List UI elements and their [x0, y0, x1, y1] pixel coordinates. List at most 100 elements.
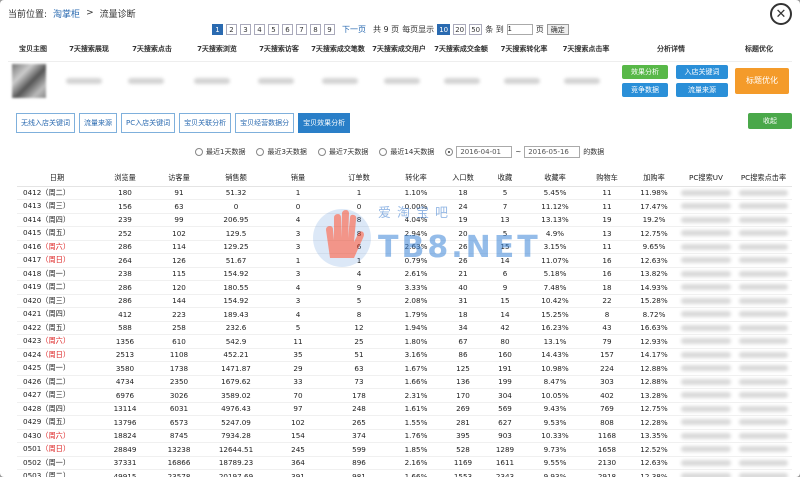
data-cell: 1	[267, 253, 329, 268]
range-radio-2[interactable]	[317, 148, 326, 156]
close-icon[interactable]: ✕	[770, 3, 792, 25]
data-cell: 599	[329, 442, 389, 457]
data-cell: 4	[267, 213, 329, 227]
blurred-value	[681, 270, 731, 277]
pc-ctr-cell-blurred	[735, 240, 792, 254]
data-cell: 11	[267, 334, 329, 349]
data-cell: 16	[583, 253, 631, 268]
data-cell: 3.33%	[389, 280, 443, 295]
goto-page-input[interactable]	[506, 23, 533, 35]
custom-range-radio[interactable]	[445, 148, 454, 156]
effect-analysis-button[interactable]: 效果分析	[622, 65, 668, 79]
data-cell: 3	[267, 294, 329, 308]
page-8-button[interactable]: 8	[310, 23, 321, 35]
data-cell: 206.95	[205, 213, 267, 227]
data-cell: 9.93%	[527, 469, 583, 477]
data-cell: 264	[97, 253, 153, 268]
breadcrumb-shop-link[interactable]: 淘掌柜	[53, 7, 80, 20]
page-4-button[interactable]: 4	[254, 23, 265, 35]
tab-2[interactable]: PC入店关键词	[121, 113, 176, 133]
pc-uv-cell-blurred	[677, 294, 735, 308]
date-text: 0415	[23, 228, 42, 238]
data-cell: 224	[583, 361, 631, 376]
page-5-button[interactable]: 5	[268, 23, 279, 35]
data-cell: 12644.51	[205, 442, 267, 457]
pc-uv-cell-blurred	[677, 199, 735, 214]
pc-uv-cell-blurred	[677, 226, 735, 241]
weekday-text: （周四）	[41, 403, 71, 413]
data-cell: 80	[483, 334, 527, 349]
date-text: 0422	[23, 322, 42, 332]
blurred-value	[739, 297, 788, 304]
blurred-value	[681, 338, 731, 345]
date-cell: 0414（周四）	[17, 213, 97, 227]
blurred-value	[681, 365, 731, 372]
tab-4[interactable]: 宝贝经营数据分	[235, 113, 295, 133]
entry-keywords-button[interactable]: 入店关键词	[676, 65, 728, 79]
blurred-value	[739, 216, 788, 223]
data-cell: 395	[443, 429, 483, 443]
date-cell: 0503（周二）	[17, 469, 97, 477]
tab-0[interactable]: 无线入店关键词	[16, 113, 75, 133]
tab-1[interactable]: 流量来源	[79, 113, 117, 133]
page-1-button[interactable]: 1	[212, 23, 223, 35]
tab-5[interactable]: 宝贝效果分析	[298, 113, 351, 133]
page-2-button[interactable]: 2	[226, 23, 237, 35]
data-cell: 22	[583, 294, 631, 308]
page-size-50-button[interactable]: 50	[469, 23, 483, 35]
blurred-value	[681, 311, 731, 318]
range-radio-3[interactable]	[379, 148, 388, 156]
product-row: 效果分析 入店关键词 竞争数据 流量来源 标题优化	[8, 62, 792, 102]
blurred-value	[681, 378, 731, 385]
data-cell: 2.63%	[389, 240, 443, 254]
collapse-button[interactable]: 收起	[748, 113, 792, 129]
start-date-input[interactable]: 2016-04-01	[456, 146, 513, 158]
pc-ctr-cell-blurred	[735, 226, 792, 241]
next-page-link[interactable]: 下一页	[342, 24, 366, 35]
tab-3[interactable]: 宝贝关联分析	[179, 113, 232, 133]
pc-uv-cell-blurred	[677, 361, 735, 376]
data-cell: 17.47%	[631, 199, 677, 214]
date-text: 0423	[23, 336, 42, 346]
pc-ctr-cell-blurred	[735, 429, 792, 443]
data-cell: 12.75%	[631, 226, 677, 241]
data-cell: 304	[483, 388, 527, 403]
data-cell: 86	[443, 348, 483, 362]
blurred-value	[739, 378, 788, 385]
page-6-button[interactable]: 6	[282, 23, 293, 35]
end-date-input[interactable]: 2016-05-16	[524, 146, 581, 158]
data-cell: 129.5	[205, 226, 267, 241]
goto-confirm-button[interactable]: 确定	[546, 23, 569, 35]
date-cell: 0424（周日）	[17, 348, 97, 362]
page-size-10-button[interactable]: 10	[437, 23, 451, 35]
page-3-button[interactable]: 3	[240, 23, 251, 35]
data-cell: 981	[329, 469, 389, 477]
data-cell: 9.65%	[631, 240, 677, 254]
column-header: 加购率	[631, 170, 677, 187]
data-cell: 12.63%	[631, 456, 677, 470]
title-optimize-button[interactable]: 标题优化	[735, 68, 789, 94]
range-radio-0[interactable]	[195, 148, 203, 156]
table-row: 0503（周二） 49915 23578 20197.69 391 981 1.66% 155…	[17, 469, 792, 477]
range-radio-1[interactable]	[256, 148, 265, 156]
blurred-value	[504, 78, 540, 84]
date-text: 0417	[23, 255, 42, 265]
data-cell: 4	[267, 307, 329, 322]
column-header: 销量	[267, 170, 329, 187]
competitor-data-button[interactable]: 竞争数据	[622, 83, 668, 97]
blurred-value	[739, 392, 788, 399]
page-size-20-button[interactable]: 20	[453, 23, 467, 35]
column-header: PC搜索UV	[677, 170, 735, 187]
traffic-source-button[interactable]: 流量来源	[676, 83, 728, 97]
data-cell: 808	[583, 415, 631, 430]
page-7-button[interactable]: 7	[296, 23, 307, 35]
blurred-value	[739, 419, 788, 426]
data-cell: 6031	[153, 402, 205, 416]
data-cell: 12.88%	[631, 375, 677, 389]
data-cell: 4	[267, 280, 329, 295]
data-cell: 16866	[153, 456, 205, 470]
page-9-button[interactable]: 9	[324, 23, 335, 35]
data-cell: 51.67	[205, 253, 267, 268]
data-cell: 24	[443, 199, 483, 214]
pc-ctr-cell-blurred	[735, 388, 792, 403]
